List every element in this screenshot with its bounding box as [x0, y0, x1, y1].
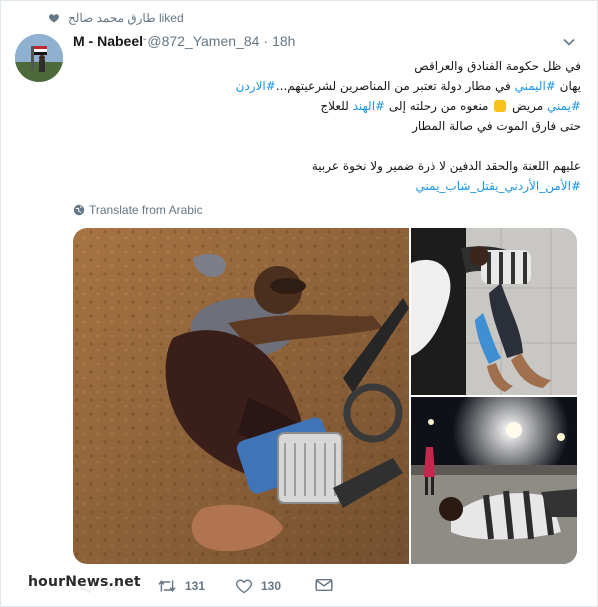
tweet-text-segment: في ظل حكومة الفنادق والعراقص: [414, 59, 581, 73]
tweet-text-segment: يهان: [555, 79, 581, 93]
tweet-header: M - Nabeel ˇ @872_Yamen_84 · 18h: [73, 33, 296, 49]
tweet-text-segment: في مطار دولة تعتبر من المناصرين لشرعيتهم…: [275, 79, 515, 93]
separator: ·: [263, 33, 269, 49]
envelope-icon: [315, 578, 333, 592]
heart-outline-icon: [236, 579, 252, 594]
tweet-text-segment: حتى فارق الموت في صالة المطار: [412, 119, 581, 133]
tweet-text-segment: للعلاج: [320, 99, 353, 113]
hashtag-link[interactable]: #يمني: [547, 99, 581, 113]
hashtag-link[interactable]: #الأمن_الأردني_يقتل_شاب_يمني: [416, 179, 581, 193]
hashtag-link[interactable]: #الاردن: [236, 79, 276, 93]
retweet-count: 131: [185, 579, 206, 593]
direct-message-button[interactable]: [315, 578, 341, 592]
tweet-text-line: [300, 136, 581, 156]
social-context: طارق محمد صالح liked: [48, 11, 184, 25]
tweet-text-line: في ظل حكومة الفنادق والعراقص: [300, 56, 581, 76]
tweet-time[interactable]: 18h: [272, 33, 295, 49]
author-name[interactable]: M - Nabeel: [73, 33, 143, 49]
author-handle[interactable]: @872_Yamen_84: [147, 33, 259, 49]
like-count: 130: [261, 579, 282, 593]
liked-text: طارق محمد صالح liked: [68, 11, 184, 25]
tweet-text-segment: مريض: [508, 99, 548, 113]
translate-link[interactable]: Translate from Arabic: [73, 203, 203, 217]
photo-man-lying-on-tiles[interactable]: [411, 228, 577, 395]
hashtag-link[interactable]: #اليمني: [515, 79, 556, 93]
avatar[interactable]: [15, 34, 63, 82]
tweet-text-line: #يمني مريض منعوه من رحلته إلى #الهند للع…: [300, 96, 581, 116]
tweet-text: في ظل حكومة الفنادق والعراقص يهان #اليمني…: [236, 56, 581, 196]
tweet-text-line: يهان #اليمني في مطار دولة تعتبر من المنا…: [236, 76, 581, 96]
globe-icon: [73, 204, 85, 216]
tweet-text-line: #الأمن_الأردني_يقتل_شاب_يمني: [300, 176, 581, 196]
watermark: hourNews.net: [21, 568, 141, 596]
retweet-button[interactable]: 131: [157, 578, 205, 594]
watermark-text: hourNews.net: [28, 574, 141, 590]
like-button[interactable]: 130: [235, 578, 281, 594]
photo-man-outside-at-night[interactable]: [411, 397, 577, 564]
tweet-text-line: عليهم اللعنة والحقد الدفين لا ذرة ضمير و…: [300, 156, 581, 176]
heart-icon: [49, 14, 59, 23]
translate-label: Translate from Arabic: [89, 203, 203, 217]
chevron-down-icon[interactable]: [563, 38, 575, 46]
photo-man-on-airport-floor[interactable]: [73, 228, 409, 564]
emoji-icon: [494, 100, 507, 112]
tweet-text-line: حتى فارق الموت في صالة المطار: [300, 116, 581, 136]
retweet-icon: [158, 580, 176, 592]
hashtag-link[interactable]: #الهند: [353, 99, 386, 113]
tweet-text-segment: عليهم اللعنة والحقد الدفين لا ذرة ضمير و…: [311, 159, 581, 173]
tweet-text-segment: منعوه من رحلته إلى: [385, 99, 493, 113]
